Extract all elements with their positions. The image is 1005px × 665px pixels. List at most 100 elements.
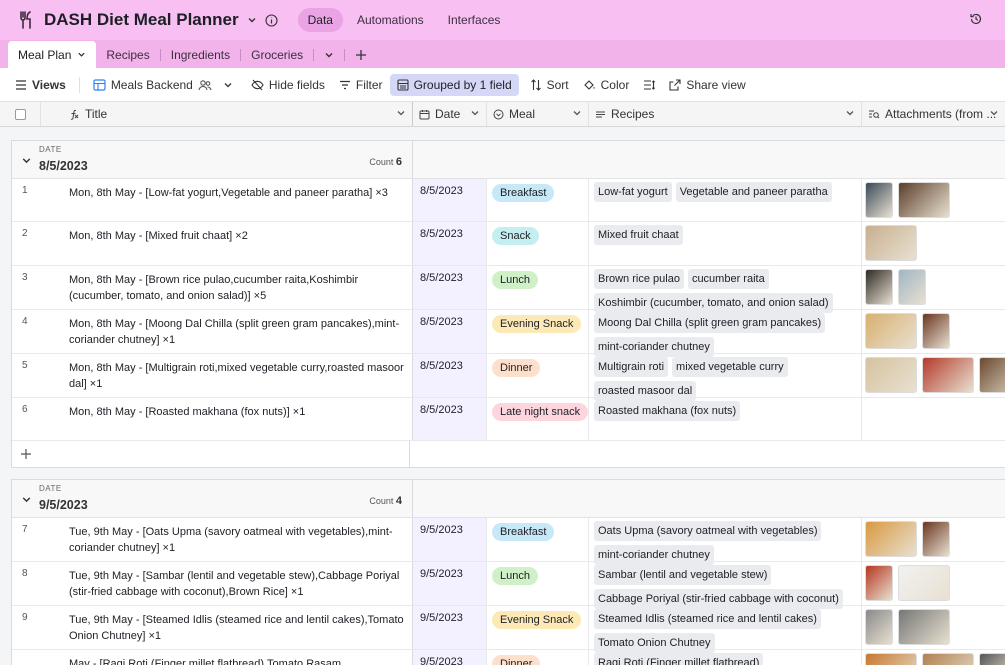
attachments-cell[interactable] bbox=[862, 310, 1005, 353]
recipes-cell[interactable]: Moong Dal Chilla (split green gram panca… bbox=[589, 310, 862, 357]
select-all-checkbox[interactable] bbox=[0, 102, 41, 126]
food-photo-thumbnail[interactable] bbox=[865, 313, 917, 349]
recipes-cell[interactable]: Ragi Roti (Finger millet flatbread) bbox=[589, 650, 862, 665]
recipe-chip[interactable]: Mixed fruit chaat bbox=[594, 225, 683, 245]
date-cell[interactable]: 8/5/2023 bbox=[413, 179, 487, 221]
table-row[interactable]: 5 Mon, 8th May - [Multigrain roti,mixed v… bbox=[12, 354, 1005, 401]
hide-fields-button[interactable]: Hide fields bbox=[244, 74, 332, 96]
recipe-chip[interactable]: Brown rice pulao bbox=[594, 269, 684, 289]
meal-cell[interactable]: Lunch bbox=[487, 562, 589, 605]
tab-meal-plan[interactable]: Meal Plan bbox=[8, 41, 97, 68]
table-row[interactable]: 1 Mon, 8th May - [Low-fat yogurt,Vegetabl… bbox=[12, 179, 1005, 222]
filter-button[interactable]: Filter bbox=[332, 74, 390, 96]
recipes-cell[interactable]: Sambar (lentil and vegetable stew) Cabbag… bbox=[589, 562, 862, 609]
attachments-cell[interactable] bbox=[862, 650, 1005, 665]
meal-cell[interactable]: Breakfast bbox=[487, 518, 589, 561]
table-row[interactable]: 3 Mon, 8th May - [Brown rice pulao,cucumb… bbox=[12, 266, 1005, 313]
record-title[interactable]: Mon, 8th May - [Roasted makhana (fox nut… bbox=[12, 398, 413, 440]
nav-interfaces[interactable]: Interfaces bbox=[438, 8, 511, 32]
date-cell[interactable]: 8/5/2023 bbox=[413, 266, 487, 309]
food-photo-thumbnail[interactable] bbox=[898, 182, 950, 218]
food-photo-thumbnail[interactable] bbox=[898, 269, 926, 305]
column-header-attachments[interactable]: Attachments (from ... bbox=[862, 102, 1005, 126]
recipe-chip[interactable]: mixed vegetable curry bbox=[672, 357, 788, 377]
meal-cell[interactable]: Snack bbox=[487, 222, 589, 265]
table-row[interactable]: May - [Ragi Roti (Finger millet flatbrea… bbox=[12, 650, 1005, 665]
chevron-down-icon[interactable] bbox=[845, 108, 855, 118]
recipe-chip[interactable]: Roasted makhana (fox nuts) bbox=[594, 401, 741, 421]
record-title[interactable]: Mon, 8th May - [Mixed fruit chaat] ×2 bbox=[12, 222, 413, 265]
recipes-cell[interactable]: Steamed Idlis (steamed rice and lentil c… bbox=[589, 606, 862, 653]
food-photo-thumbnail[interactable] bbox=[898, 565, 950, 601]
more-tables-button[interactable] bbox=[314, 42, 344, 68]
table-row[interactable]: 2 Mon, 8th May - [Mixed fruit chaat] ×2 8/… bbox=[12, 222, 1005, 266]
recipes-cell[interactable]: Roasted makhana (fox nuts) bbox=[589, 398, 862, 440]
meal-cell[interactable]: Lunch bbox=[487, 266, 589, 309]
date-cell[interactable]: 8/5/2023 bbox=[413, 398, 487, 440]
food-photo-thumbnail[interactable] bbox=[898, 609, 950, 645]
chevron-down-icon[interactable] bbox=[21, 494, 32, 505]
view-switcher[interactable]: Meals Backend bbox=[86, 74, 240, 96]
meal-cell[interactable]: Breakfast bbox=[487, 179, 589, 221]
group-header[interactable]: DATE 9/5/2023 Count 4 bbox=[12, 480, 1005, 518]
date-cell[interactable]: 9/5/2023 bbox=[413, 606, 487, 649]
column-header-date[interactable]: Date bbox=[413, 102, 487, 126]
column-header-recipes[interactable]: Recipes bbox=[589, 102, 862, 126]
chevron-down-icon[interactable] bbox=[21, 155, 32, 166]
chevron-down-icon[interactable] bbox=[77, 50, 86, 59]
recipe-chip[interactable]: Moong Dal Chilla (split green gram panca… bbox=[594, 313, 826, 333]
food-photo-thumbnail[interactable] bbox=[865, 225, 917, 261]
tab-groceries[interactable]: Groceries bbox=[241, 42, 313, 68]
food-photo-thumbnail[interactable] bbox=[979, 357, 1005, 393]
group-header[interactable]: DATE 8/5/2023 Count 6 bbox=[12, 141, 1005, 179]
history-icon[interactable] bbox=[969, 12, 983, 26]
share-view-button[interactable]: Share view bbox=[662, 74, 752, 96]
chevron-down-icon[interactable] bbox=[989, 108, 999, 118]
food-photo-thumbnail[interactable] bbox=[922, 521, 950, 557]
attachments-cell[interactable] bbox=[862, 398, 1005, 440]
food-photo-thumbnail[interactable] bbox=[922, 313, 950, 349]
recipe-chip[interactable]: Multigrain roti bbox=[594, 357, 669, 377]
attachments-cell[interactable] bbox=[862, 518, 1005, 561]
attachments-cell[interactable] bbox=[862, 354, 1005, 397]
recipes-cell[interactable]: Low-fat yogurt Vegetable and paneer parat… bbox=[589, 179, 862, 221]
food-photo-thumbnail[interactable] bbox=[865, 565, 893, 601]
table-row[interactable]: 6 Mon, 8th May - [Roasted makhana (fox nu… bbox=[12, 398, 1005, 441]
nav-data[interactable]: Data bbox=[297, 8, 343, 32]
record-title[interactable]: Tue, 9th May - [Oats Upma (savory oatmea… bbox=[12, 518, 413, 561]
record-title[interactable]: Mon, 8th May - [Multigrain roti,mixed ve… bbox=[12, 354, 413, 397]
column-header-title[interactable]: Title bbox=[41, 102, 413, 126]
record-title[interactable]: Mon, 8th May - [Moong Dal Chilla (split … bbox=[12, 310, 413, 353]
food-photo-thumbnail[interactable] bbox=[865, 269, 893, 305]
chevron-down-icon[interactable] bbox=[247, 15, 257, 25]
chevron-down-icon[interactable] bbox=[396, 108, 406, 118]
recipe-chip[interactable]: Sambar (lentil and vegetable stew) bbox=[594, 565, 772, 585]
food-photo-thumbnail[interactable] bbox=[865, 653, 917, 665]
attachments-cell[interactable] bbox=[862, 179, 1005, 221]
meal-cell[interactable]: Dinner bbox=[487, 354, 589, 397]
chevron-down-icon[interactable] bbox=[572, 108, 582, 118]
attachments-cell[interactable] bbox=[862, 266, 1005, 309]
group-button[interactable]: Grouped by 1 field bbox=[389, 73, 519, 96]
recipes-cell[interactable]: Mixed fruit chaat bbox=[589, 222, 862, 265]
food-photo-thumbnail[interactable] bbox=[922, 653, 974, 665]
add-record-row[interactable] bbox=[12, 441, 1005, 467]
chevron-down-icon[interactable] bbox=[470, 108, 480, 118]
add-table-button[interactable] bbox=[345, 42, 377, 68]
recipe-chip[interactable]: Vegetable and paneer paratha bbox=[675, 182, 832, 202]
date-cell[interactable]: 8/5/2023 bbox=[413, 354, 487, 397]
meal-cell[interactable]: Dinner bbox=[487, 650, 589, 665]
record-title[interactable]: Tue, 9th May - [Steamed Idlis (steamed r… bbox=[12, 606, 413, 649]
recipe-chip[interactable]: Steamed Idlis (steamed rice and lentil c… bbox=[594, 609, 821, 629]
tab-ingredients[interactable]: Ingredients bbox=[161, 42, 240, 68]
recipe-chip[interactable]: Ragi Roti (Finger millet flatbread) bbox=[594, 653, 764, 665]
meal-cell[interactable]: Evening Snack bbox=[487, 606, 589, 649]
nav-automations[interactable]: Automations bbox=[347, 8, 434, 32]
record-title[interactable]: Mon, 8th May - [Low-fat yogurt,Vegetable… bbox=[12, 179, 413, 221]
sort-button[interactable]: Sort bbox=[523, 74, 576, 96]
meal-cell[interactable]: Late night snack bbox=[487, 398, 589, 440]
row-height-button[interactable] bbox=[636, 75, 662, 95]
date-cell[interactable]: 8/5/2023 bbox=[413, 310, 487, 353]
meal-cell[interactable]: Evening Snack bbox=[487, 310, 589, 353]
record-title[interactable]: May - [Ragi Roti (Finger millet flatbrea… bbox=[12, 650, 413, 665]
